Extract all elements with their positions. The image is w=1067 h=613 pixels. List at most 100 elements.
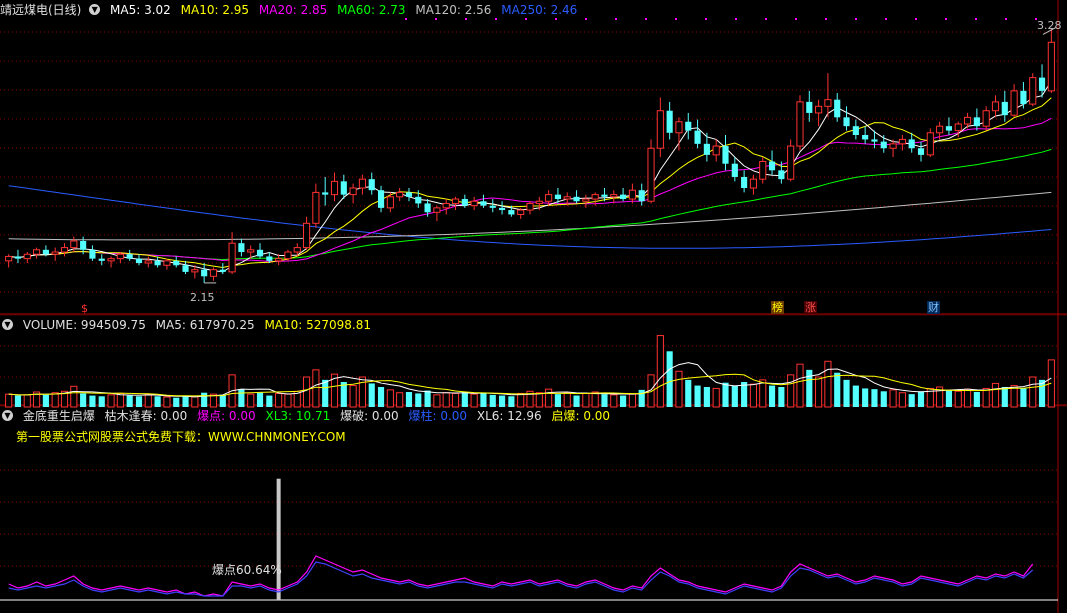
stock-title[interactable]: 靖远煤电(日线) (0, 3, 81, 17)
candle-body-up (228, 242, 236, 273)
candle-body-down (880, 141, 887, 149)
candle-body-up (628, 189, 636, 200)
top-marker-dot (525, 18, 527, 20)
ma20-readout: MA20: 2.85 (258, 3, 328, 17)
stock-chart[interactable] (0, 0, 1067, 613)
candle-body-up (647, 147, 655, 202)
top-marker-dot (705, 18, 707, 20)
volume-bar-down (256, 392, 264, 407)
candle-body-up (396, 191, 404, 198)
volume-bar-up (675, 370, 683, 408)
indicator-name[interactable]: 金底重生启爆 (23, 409, 95, 423)
volume-bar-up (759, 379, 767, 408)
signal-mark-zhang[interactable]: 涨 (804, 301, 817, 314)
volume-bar-up (51, 392, 59, 408)
candle-body-down (154, 260, 161, 266)
candle-body-up (116, 253, 124, 260)
candle-body-down (834, 99, 841, 118)
low-price-label: 2.15 (190, 291, 215, 304)
candle-body-up (442, 202, 450, 209)
candle-body-up (33, 249, 41, 255)
candle-body-down (266, 256, 273, 261)
volume-bar-down (42, 394, 49, 407)
ma250-readout: MA250: 2.46 (501, 3, 578, 17)
candle-body-down (1038, 77, 1046, 91)
ma60-readout: MA60: 2.73 (337, 3, 406, 17)
volume-bar-up (628, 393, 636, 408)
candle-body-up (796, 101, 804, 147)
candle-body-down (638, 190, 645, 202)
top-marker-dot (975, 18, 977, 20)
top-marker-dot (555, 18, 557, 20)
volume-bar-down (685, 379, 692, 407)
signal-mark-bang[interactable]: 榜 (771, 301, 784, 314)
candle-body-down (694, 130, 701, 144)
candle-body-down (489, 205, 496, 208)
volume-bar-down (498, 395, 506, 407)
candle-body-up (302, 222, 311, 249)
candle-body-down (256, 249, 264, 257)
volume-bar-down (1001, 387, 1008, 407)
volume-bar-down (480, 392, 487, 407)
indicator-peak-label: 爆点60.64% (212, 563, 282, 577)
candle-body-up (1029, 77, 1037, 105)
candle-body-up (963, 116, 972, 125)
candle-body-up (451, 198, 460, 204)
candle-body-down (685, 121, 692, 131)
candle-body-down (98, 258, 105, 261)
collapse-toggle-icon[interactable]: ▼ (2, 319, 13, 330)
candle-body-up (824, 99, 832, 107)
top-marker-dot (435, 18, 437, 20)
candle-body-down (42, 249, 49, 255)
volume-bar-up (70, 385, 78, 408)
xl3-readout: XL3: 10.71 (265, 409, 331, 423)
candle-body-down (415, 196, 422, 204)
candle-body-down (201, 269, 208, 277)
price-panel[interactable] (5, 27, 1057, 284)
volume-bar-down (461, 392, 468, 407)
indicator-panel[interactable] (0, 478, 1058, 601)
volume-bar-up (889, 389, 897, 408)
signal-mark-dollar[interactable]: $ (80, 302, 89, 315)
candle-body-up (60, 247, 69, 253)
candle-body-up (954, 123, 962, 132)
collapse-toggle-icon[interactable]: ▼ (89, 4, 101, 15)
volume-panel[interactable] (5, 335, 1055, 408)
volume-bar-down (554, 394, 562, 407)
volume-bar-up (433, 394, 441, 408)
candle-body-up (526, 202, 534, 211)
candle-body-up (1010, 90, 1018, 116)
volume-bar-down (703, 387, 710, 407)
candle-body-up (293, 247, 301, 253)
volume-bar-up (796, 363, 804, 408)
candle-body-up (545, 194, 553, 202)
volume-bar-up (107, 394, 115, 408)
signal-mark-cai[interactable]: 财 (927, 301, 940, 314)
grid-lines (0, 0, 1067, 613)
candle-body-down (778, 170, 785, 180)
candle-body-up (517, 209, 525, 215)
candle-body-down (554, 194, 562, 200)
volume-bar-up (535, 392, 543, 408)
volume-bar-up (517, 392, 525, 408)
high-price-label: 3.28 (1037, 19, 1062, 32)
candle-body-down (368, 179, 375, 191)
promo-url-text[interactable]: 第一股票公式网股票公式免费下载：WWW.CHNMONEY.COM (16, 428, 346, 445)
candle-body-down (480, 201, 487, 206)
ma5-line (8, 80, 1052, 273)
candle-body-down (741, 176, 748, 188)
volume-bar-down (601, 394, 608, 407)
candle-body-up (70, 240, 78, 249)
volume-bar-down (424, 390, 431, 407)
candle-body-up (889, 143, 897, 149)
volume-bar-up (442, 392, 450, 408)
top-marker-dot (495, 18, 497, 20)
volume-bar-down (843, 379, 850, 407)
volume-bar-up (582, 392, 590, 408)
candle-body-down (14, 256, 22, 259)
candle-body-down (731, 163, 738, 177)
baodian-spike-bar (276, 478, 281, 600)
collapse-toggle-icon[interactable]: ▼ (2, 410, 13, 421)
candle-body-down (601, 194, 608, 197)
candle-body-up (330, 180, 339, 196)
